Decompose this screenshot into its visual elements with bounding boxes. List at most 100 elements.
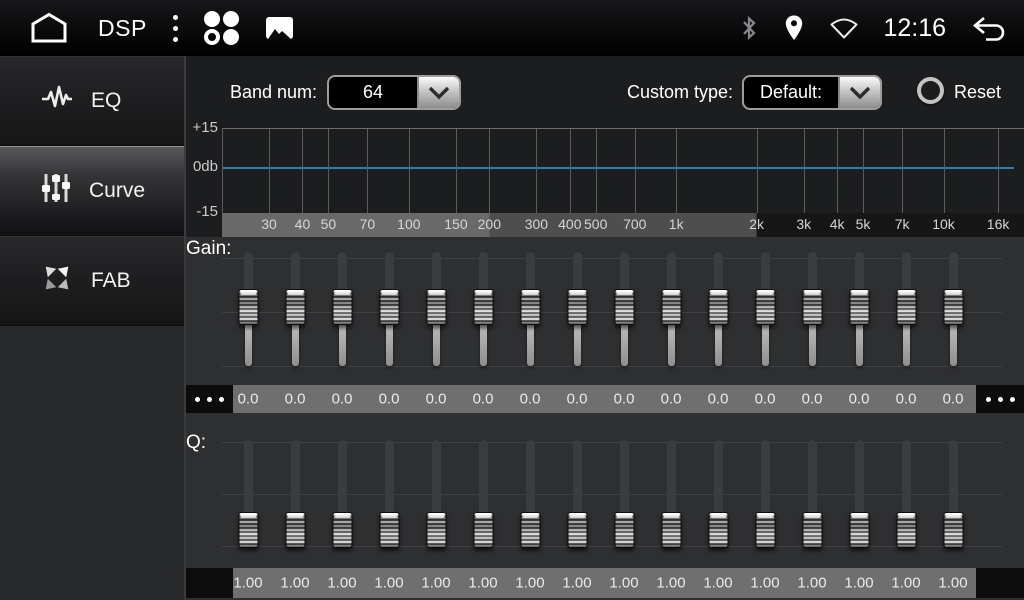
gain-slider[interactable] [601, 252, 648, 366]
q-knob[interactable] [426, 512, 446, 548]
q-value: 1.00 [703, 575, 732, 592]
gain-slider[interactable] [507, 252, 554, 366]
grid-vline [635, 129, 636, 214]
gain-knob[interactable] [802, 289, 822, 325]
q-knob[interactable] [379, 512, 399, 548]
q-value: 1.00 [797, 575, 826, 592]
sidebar-item-eq[interactable]: EQ [0, 56, 184, 146]
gain-slider[interactable] [742, 252, 789, 366]
gain-slider[interactable] [460, 252, 507, 366]
gain-slider[interactable] [883, 252, 930, 366]
gain-slider[interactable] [413, 252, 460, 366]
y-axis-label: -15 [186, 203, 218, 220]
sidebar-item-label: FAB [91, 269, 131, 293]
freq-tick-label: 200 [478, 216, 501, 232]
gain-slider[interactable] [695, 252, 742, 366]
gain-slider[interactable] [554, 252, 601, 366]
dsp-app: DSP 12:16 [0, 0, 1024, 600]
gain-knob[interactable] [708, 289, 728, 325]
gain-knob[interactable] [849, 289, 869, 325]
gain-knob[interactable] [567, 289, 587, 325]
gain-value: 0.0 [379, 391, 400, 408]
overflow-menu-icon[interactable] [173, 15, 178, 42]
q-slider[interactable] [460, 440, 507, 550]
q-value: 1.00 [327, 575, 356, 592]
q-knob[interactable] [473, 512, 493, 548]
q-knob[interactable] [849, 512, 869, 548]
gain-slider[interactable] [648, 252, 695, 366]
gain-knob[interactable] [379, 289, 399, 325]
gain-knob[interactable] [520, 289, 540, 325]
gain-slider[interactable] [789, 252, 836, 366]
freq-tick-label: 10k [932, 216, 955, 232]
q-knob[interactable] [332, 512, 352, 548]
q-knob[interactable] [520, 512, 540, 548]
gain-slider[interactable] [366, 252, 413, 366]
q-knob[interactable] [285, 512, 305, 548]
sidebar-item-curve[interactable]: Curve [0, 146, 184, 236]
q-slider[interactable] [883, 440, 930, 550]
q-knob[interactable] [896, 512, 916, 548]
gain-slider[interactable] [225, 252, 272, 366]
frequency-axis[interactable]: 304050701001502003004005007001k2k3k4k5k7… [222, 213, 1024, 237]
freq-tick-label: 7k [895, 216, 910, 232]
scroll-left-button[interactable] [186, 568, 233, 598]
q-slider[interactable] [507, 440, 554, 550]
back-icon[interactable] [970, 14, 1008, 42]
gain-knob[interactable] [943, 289, 963, 325]
q-slider[interactable] [413, 440, 460, 550]
custom-type-select[interactable]: Default: [742, 75, 882, 110]
q-slider[interactable] [742, 440, 789, 550]
gain-knob[interactable] [285, 289, 305, 325]
scroll-right-button[interactable] [976, 568, 1024, 598]
gain-knob[interactable] [473, 289, 493, 325]
q-slider[interactable] [272, 440, 319, 550]
gain-knob[interactable] [614, 289, 634, 325]
bluetooth-icon[interactable] [739, 14, 759, 42]
gain-knob[interactable] [238, 289, 258, 325]
gain-knob[interactable] [426, 289, 446, 325]
q-knob[interactable] [802, 512, 822, 548]
q-knob[interactable] [614, 512, 634, 548]
reset-button[interactable] [917, 77, 944, 104]
freq-tick-label: 4k [830, 216, 845, 232]
q-slider[interactable] [789, 440, 836, 550]
gain-knob[interactable] [755, 289, 775, 325]
q-knob[interactable] [238, 512, 258, 548]
grid-vline [367, 129, 368, 214]
q-slider[interactable] [319, 440, 366, 550]
band-num-select[interactable]: 64 [327, 75, 461, 110]
q-knob[interactable] [708, 512, 728, 548]
home-icon[interactable] [26, 10, 72, 46]
q-slider[interactable] [554, 440, 601, 550]
gain-slider[interactable] [319, 252, 366, 366]
q-knob[interactable] [661, 512, 681, 548]
location-icon[interactable] [783, 14, 805, 42]
q-slider[interactable] [836, 440, 883, 550]
gallery-icon[interactable] [266, 17, 293, 39]
q-value: 1.00 [374, 575, 403, 592]
sidebar-item-fab[interactable]: FAB [0, 236, 184, 326]
gain-value: 0.0 [802, 391, 823, 408]
q-knob[interactable] [755, 512, 775, 548]
scroll-right-button[interactable] [976, 385, 1024, 413]
q-slider[interactable] [648, 440, 695, 550]
gain-knob[interactable] [332, 289, 352, 325]
q-value-row: 1.001.001.001.001.001.001.001.001.001.00… [186, 568, 1024, 598]
q-slider[interactable] [225, 440, 272, 550]
gain-slider[interactable] [272, 252, 319, 366]
sidebar-item-label: EQ [91, 89, 121, 113]
q-slider[interactable] [601, 440, 648, 550]
scroll-left-button[interactable] [186, 385, 233, 413]
q-slider[interactable] [930, 440, 977, 550]
gain-knob[interactable] [661, 289, 681, 325]
q-knob[interactable] [943, 512, 963, 548]
q-slider[interactable] [695, 440, 742, 550]
gain-slider[interactable] [930, 252, 977, 366]
q-knob[interactable] [567, 512, 587, 548]
wifi-icon[interactable] [829, 16, 859, 40]
gain-knob[interactable] [896, 289, 916, 325]
apps-clover-icon[interactable] [204, 10, 240, 46]
q-slider[interactable] [366, 440, 413, 550]
gain-slider[interactable] [836, 252, 883, 366]
